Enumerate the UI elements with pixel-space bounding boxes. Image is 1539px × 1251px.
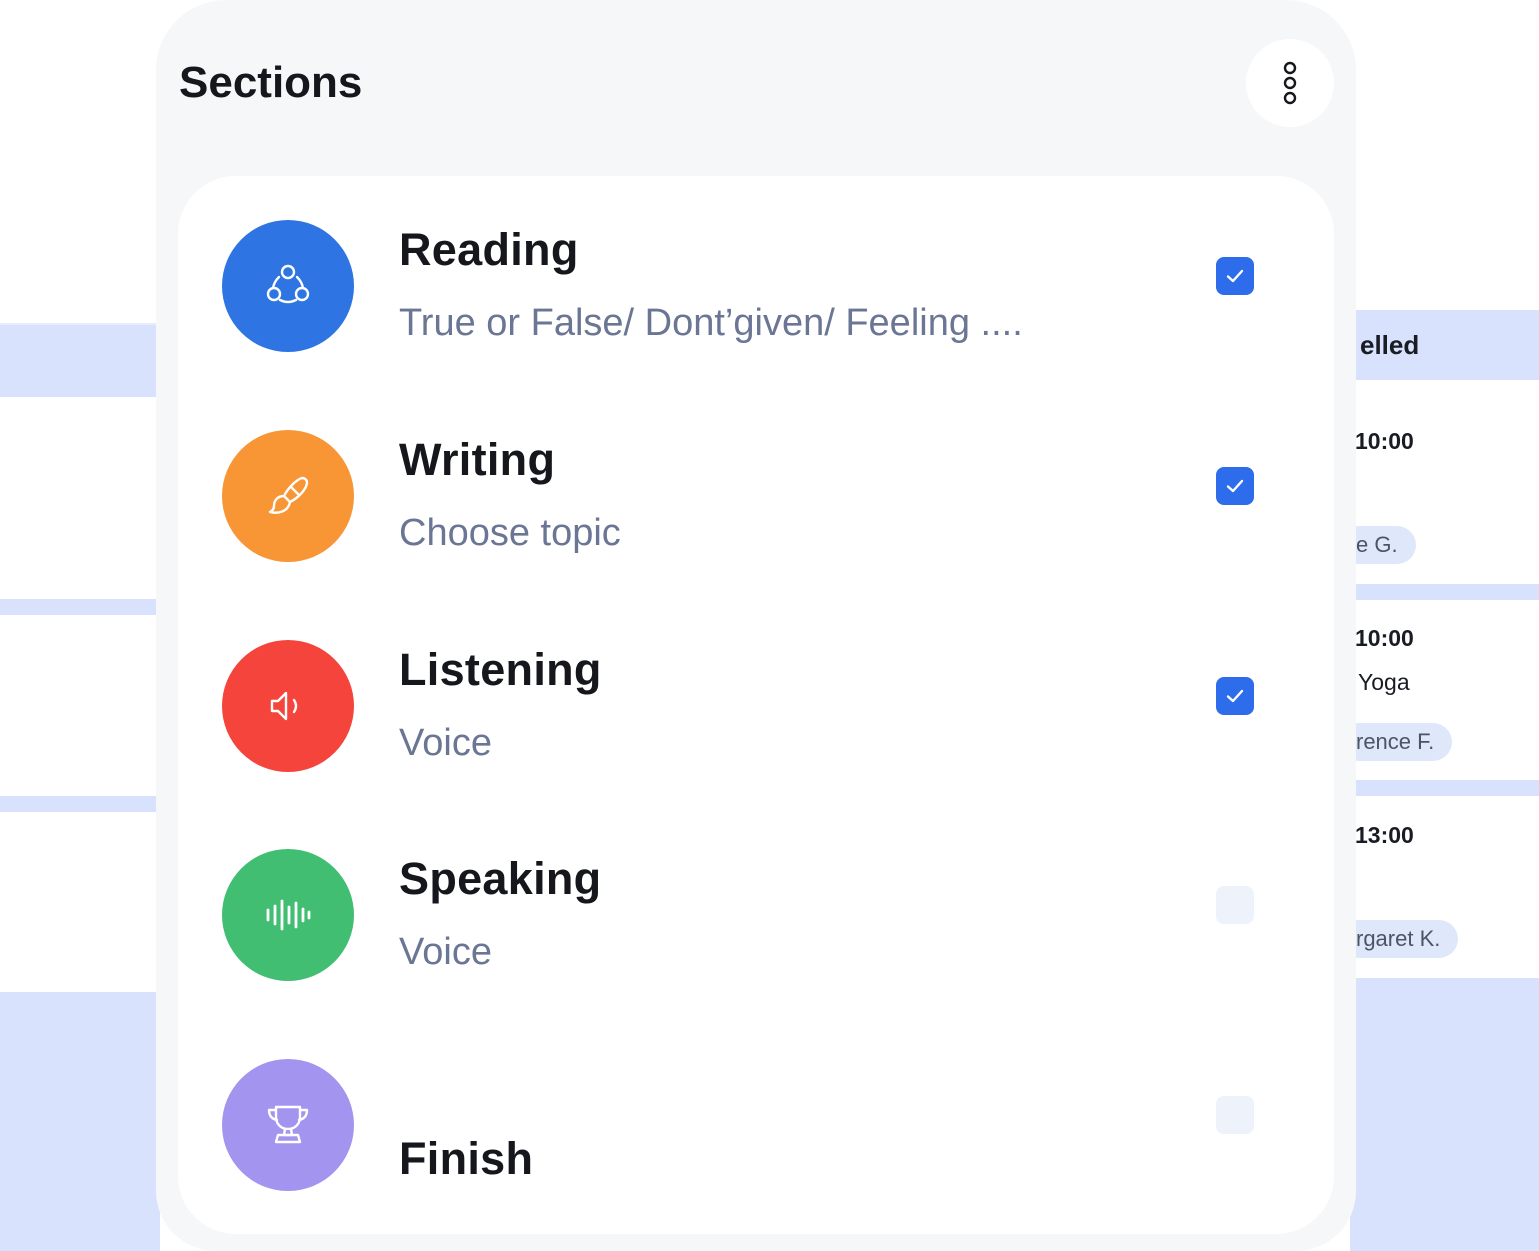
bg-right-footer bbox=[1350, 978, 1539, 1251]
bg-time: 10:00 bbox=[1355, 625, 1414, 651]
section-checkbox[interactable] bbox=[1216, 886, 1254, 924]
section-name: Listening bbox=[399, 644, 602, 695]
checkmark-icon bbox=[1226, 689, 1244, 703]
section-item-speaking[interactable]: Speaking Voice bbox=[178, 805, 1334, 995]
section-icon-circle bbox=[222, 430, 354, 562]
bg-left-card bbox=[0, 417, 160, 599]
section-checkbox[interactable] bbox=[1216, 1096, 1254, 1134]
panel-title: Sections bbox=[179, 58, 363, 107]
section-item-writing[interactable]: Writing Choose topic bbox=[178, 386, 1334, 576]
bg-left-footer bbox=[0, 992, 160, 1251]
bg-left-card bbox=[0, 615, 160, 796]
checkmark-icon bbox=[1226, 479, 1244, 493]
checkmark-icon bbox=[1226, 269, 1244, 283]
bg-left-header bbox=[0, 323, 160, 397]
bg-time: 13:00 bbox=[1355, 822, 1414, 848]
section-icon-circle bbox=[222, 220, 354, 352]
section-checkbox[interactable] bbox=[1216, 467, 1254, 505]
section-description: True or False/ Dont’given/ Feeling .... bbox=[399, 302, 1023, 344]
bg-right-divider bbox=[1350, 780, 1539, 796]
bg-schedule-card: 10:00 Yoga rence F. bbox=[1340, 600, 1539, 780]
bg-column-header: elled bbox=[1360, 330, 1420, 360]
bg-schedule-card: 13:00 rgaret K. bbox=[1340, 796, 1539, 978]
bg-left-divider bbox=[0, 796, 160, 812]
section-item-reading[interactable]: Reading True or False/ Dont’given/ Feeli… bbox=[178, 176, 1334, 366]
bg-left-card bbox=[0, 812, 160, 992]
section-name: Finish bbox=[399, 1133, 534, 1184]
bg-left-divider bbox=[0, 599, 160, 615]
more-vertical-icon bbox=[1283, 61, 1297, 105]
section-item-listening[interactable]: Listening Voice bbox=[178, 596, 1334, 786]
bg-class-title: Yoga bbox=[1358, 669, 1410, 695]
bg-person-pill: rgaret K. bbox=[1340, 920, 1459, 958]
bg-time: 10:00 bbox=[1355, 428, 1414, 454]
section-description: Voice bbox=[399, 722, 492, 764]
sections-panel: Sections Reading True or False/ Dont’giv… bbox=[156, 0, 1356, 1251]
section-description: Voice bbox=[399, 931, 492, 973]
section-checkbox[interactable] bbox=[1216, 257, 1254, 295]
bg-person-pill: rence F. bbox=[1340, 723, 1453, 761]
section-icon-circle bbox=[222, 849, 354, 981]
sections-list: Reading True or False/ Dont’given/ Feeli… bbox=[178, 176, 1334, 1234]
waveform-icon bbox=[266, 899, 311, 931]
section-item-finish[interactable]: Finish bbox=[178, 1015, 1334, 1205]
trophy-icon bbox=[267, 1105, 309, 1144]
section-description: Choose topic bbox=[399, 512, 621, 554]
bg-schedule-card: 10:00 e G. bbox=[1340, 402, 1539, 584]
more-options-button[interactable] bbox=[1246, 39, 1334, 127]
section-name: Writing bbox=[399, 434, 556, 485]
section-checkbox[interactable] bbox=[1216, 677, 1254, 715]
bg-right-header: elled bbox=[1350, 310, 1539, 380]
section-name: Reading bbox=[399, 224, 579, 275]
share-nodes-icon bbox=[266, 264, 310, 304]
section-icon-circle bbox=[222, 1059, 354, 1191]
section-name: Speaking bbox=[399, 853, 602, 904]
section-icon-circle bbox=[222, 640, 354, 772]
brush-icon bbox=[268, 476, 309, 514]
speaker-icon bbox=[270, 691, 298, 721]
bg-right-divider bbox=[1350, 584, 1539, 600]
